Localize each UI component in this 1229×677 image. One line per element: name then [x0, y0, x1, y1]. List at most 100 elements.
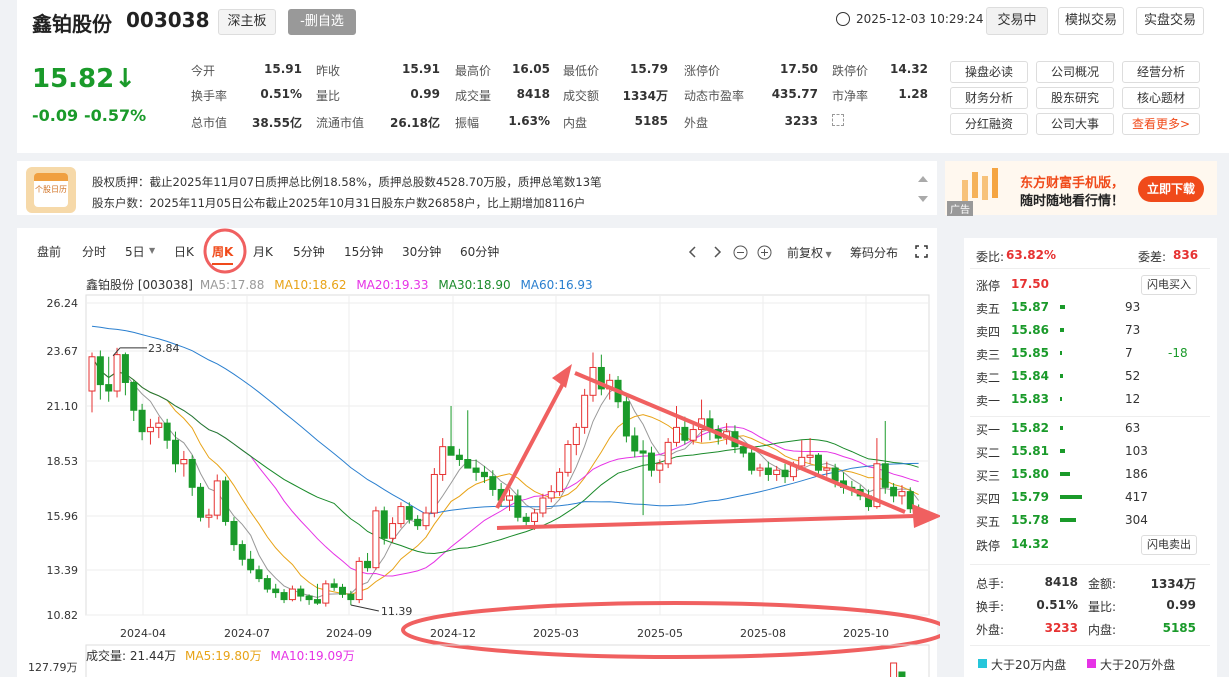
candle-body [355, 560, 363, 601]
quick-link[interactable]: 操盘必读 [950, 61, 1028, 83]
candle-body [480, 471, 488, 478]
candle-body [222, 480, 230, 522]
candle-body [188, 459, 196, 488]
candle-body [138, 409, 146, 433]
ad-download-button[interactable]: 立即下载 [1138, 176, 1204, 202]
y-tick-label: 15.96 [47, 510, 79, 523]
candle-body [455, 454, 463, 461]
candle-body [280, 592, 288, 601]
divider [970, 268, 1210, 269]
candle-body [522, 516, 530, 522]
stat-value: 0.99 [1166, 598, 1196, 612]
ask-volume-bar [1060, 305, 1065, 309]
candle-body [773, 469, 781, 475]
volume-legend: 成交量: 21.44万 MA5:19.80万 MA10:19.09万 [86, 647, 355, 664]
bid-volume: 186 [1125, 467, 1148, 481]
weibi-value: 63.82% [1006, 248, 1056, 262]
candle-body [347, 593, 355, 601]
candle-body [581, 394, 589, 428]
annotation-arrowhead [912, 504, 940, 528]
candle-body [673, 426, 680, 443]
y-tick-label: 26.24 [47, 297, 79, 310]
candle-body [447, 446, 455, 456]
ask-volume-bar [1060, 328, 1064, 332]
candle-body [213, 480, 221, 516]
stat-label: 量比: [1088, 600, 1117, 614]
bid-volume-bar [1060, 472, 1070, 476]
bid-level-label: 买五 [976, 515, 1001, 529]
divider [970, 564, 1210, 565]
ask-price: 15.83 [1011, 392, 1049, 406]
candle-body [105, 384, 113, 392]
volume-ymax: 127.79万 [28, 661, 78, 674]
candle-body [330, 583, 338, 588]
weicha-label: 委差: [1138, 250, 1167, 264]
candle-body [647, 452, 655, 471]
candle-body [464, 459, 472, 469]
stat-value: 8418 [1044, 575, 1078, 589]
view-more-link[interactable]: 查看更多> [1122, 113, 1200, 135]
volume-ma5: MA5:19.80万 [185, 649, 262, 663]
stat-value: 5185 [1162, 621, 1196, 635]
stat-label: 总手: [976, 577, 1005, 591]
candle-body [764, 467, 772, 475]
bid-price: 15.79 [1011, 490, 1049, 504]
ask-price: 15.85 [1011, 346, 1049, 360]
candle-body [130, 381, 138, 411]
quick-link[interactable]: 分红融资 [950, 113, 1028, 135]
candle-body [622, 401, 630, 437]
annotation-arrow-down [574, 371, 906, 514]
weicha-value: 836 [1173, 248, 1199, 262]
flash-buy-button[interactable]: 闪电买入 [1141, 275, 1197, 295]
sim-trade-button[interactable]: 模拟交易 [1058, 7, 1124, 35]
candle-body [547, 491, 555, 499]
quick-link[interactable]: 财务分析 [950, 87, 1028, 109]
ask-level-label: 卖二 [976, 371, 1001, 385]
bid-volume-bar [1060, 495, 1082, 499]
candle-body [656, 463, 664, 471]
stat-label: 金额: [1088, 577, 1117, 591]
candle-body [898, 491, 906, 497]
candle-body [472, 467, 480, 473]
low-label: 11.39 [381, 605, 413, 618]
quick-link[interactable]: 核心题材 [1122, 87, 1200, 109]
trading-status-button[interactable]: 交易中 [986, 7, 1048, 35]
candlestick-chart[interactable]: 26.24 23.67 21.10 18.53 15.96 13.39 10.82 2024-… [0, 0, 940, 677]
bid-price: 15.80 [1011, 467, 1049, 481]
real-trade-button[interactable]: 实盘交易 [1136, 7, 1204, 35]
candle-body [831, 467, 839, 482]
x-tick-label: 2025-05 [637, 627, 683, 640]
bid-volume-bar [1060, 518, 1076, 522]
ask-price: 15.87 [1011, 300, 1049, 314]
ask-volume: 93 [1125, 300, 1141, 314]
ask-volume: 12 [1125, 392, 1141, 406]
y-tick-label: 23.67 [47, 345, 79, 358]
ad-tag: 广告 [947, 201, 973, 216]
inner-flow-label: 大于20万内盘 [991, 658, 1067, 672]
quick-link[interactable]: 股东研究 [1036, 87, 1114, 109]
candle-body [781, 469, 789, 478]
y-tick-label: 13.39 [47, 564, 79, 577]
bid-level-label: 买三 [976, 469, 1001, 483]
bid-volume: 417 [1125, 490, 1148, 504]
flash-sell-button[interactable]: 闪电卖出 [1141, 535, 1197, 555]
candle-body [88, 356, 96, 392]
quick-link[interactable]: 经营分析 [1122, 61, 1200, 83]
ma30-line [91, 356, 919, 555]
annotation-circle [203, 228, 247, 274]
stat-value: 1334万 [1150, 577, 1196, 591]
volume-bar [898, 671, 906, 677]
annotation-arrowhead [552, 364, 572, 388]
quick-link[interactable]: 公司大事 [1036, 113, 1114, 135]
candle-body [397, 506, 405, 525]
candle-body [814, 454, 822, 471]
ask-volume-bar [1060, 397, 1062, 401]
outer-flow-swatch [1087, 659, 1096, 668]
bid-price: 15.78 [1011, 513, 1049, 527]
quick-link[interactable]: 公司概况 [1036, 61, 1114, 83]
divider [970, 645, 1210, 646]
divider [970, 416, 1210, 417]
candle-body [230, 520, 238, 546]
x-tick-label: 2024-12 [430, 627, 476, 640]
x-tick-label: 2024-09 [326, 627, 372, 640]
